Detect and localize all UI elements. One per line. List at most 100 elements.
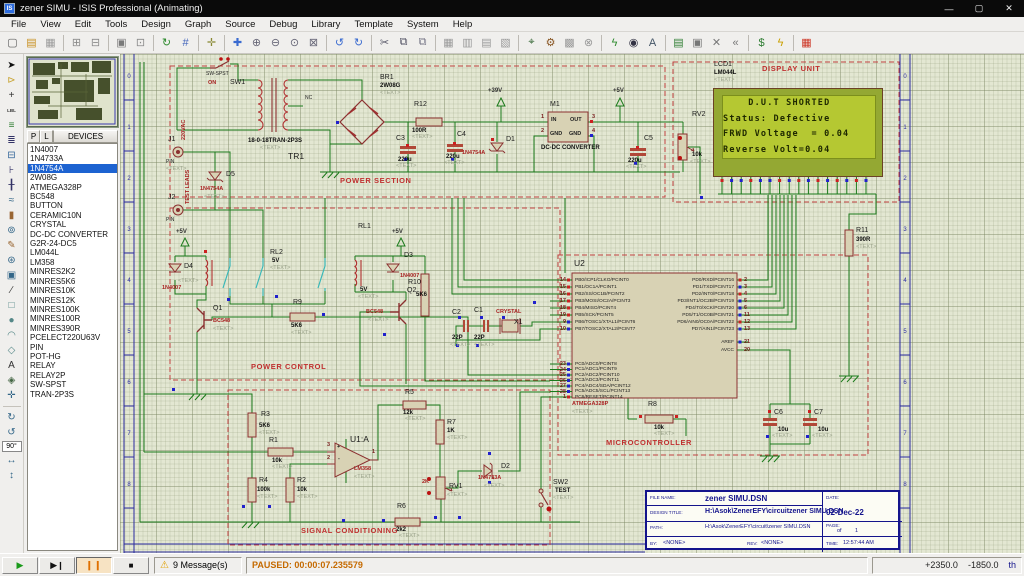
- block-copy-icon[interactable]: ▦: [440, 34, 458, 52]
- pan-icon[interactable]: ✚: [229, 34, 247, 52]
- mark-output-area-icon[interactable]: ⊡: [132, 34, 150, 52]
- voltage-probe-icon[interactable]: ✎: [2, 238, 21, 252]
- step-button[interactable]: ▶❙: [39, 557, 75, 574]
- text-2d-icon[interactable]: A: [2, 358, 21, 372]
- maximize-button[interactable]: ▢: [964, 0, 994, 17]
- block-move-icon[interactable]: ▥: [459, 34, 477, 52]
- library-button[interactable]: L: [40, 130, 53, 143]
- device-item[interactable]: DC-DC CONVERTER: [28, 230, 117, 239]
- box-2d-icon[interactable]: □: [2, 298, 21, 312]
- undo-icon[interactable]: ↺: [331, 34, 349, 52]
- play-button[interactable]: ▶: [2, 557, 38, 574]
- device-item[interactable]: MINRES100R: [28, 314, 117, 323]
- zoom-area-icon[interactable]: ⊠: [305, 34, 323, 52]
- bus-icon[interactable]: ≣: [2, 133, 21, 147]
- open-design-icon[interactable]: ▤: [23, 34, 41, 52]
- cut-icon[interactable]: ✂: [376, 34, 394, 52]
- device-item[interactable]: PCELECT220U63V: [28, 333, 117, 342]
- device-item[interactable]: MINRES10K: [28, 286, 117, 295]
- device-item[interactable]: TRAN-2P3S: [28, 390, 117, 399]
- rotation-angle-input[interactable]: 90°: [2, 441, 22, 452]
- menu-view[interactable]: View: [33, 19, 67, 30]
- device-item[interactable]: BUTTON: [28, 201, 117, 210]
- menu-template[interactable]: Template: [347, 19, 400, 30]
- bill-of-materials-icon[interactable]: $: [753, 34, 771, 52]
- false-origin-icon[interactable]: ✛: [203, 34, 221, 52]
- mirror-horizontal-icon[interactable]: ↔: [2, 453, 21, 467]
- netlist-to-ares-icon[interactable]: ▦: [798, 34, 816, 52]
- zoom-all-icon[interactable]: ⊙: [286, 34, 304, 52]
- device-item[interactable]: MINRES5K6: [28, 277, 117, 286]
- schematic-overview[interactable]: [27, 57, 118, 127]
- mirror-vertical-icon[interactable]: ↕: [2, 468, 21, 482]
- decompose-icon[interactable]: ⊗: [580, 34, 598, 52]
- print-icon[interactable]: ▣: [113, 34, 131, 52]
- stop-button[interactable]: ■: [113, 557, 149, 574]
- schematic-editor[interactable]: SW-SPSTONSW1220VACTR118-0-18TRAN-2P3S<TE…: [120, 54, 1024, 553]
- toggle-grid-icon[interactable]: #: [177, 34, 195, 52]
- arc-2d-icon[interactable]: ◠: [2, 328, 21, 342]
- wire-label-icon[interactable]: LBL: [2, 103, 21, 117]
- menu-edit[interactable]: Edit: [68, 19, 98, 30]
- current-probe-icon[interactable]: ⊛: [2, 253, 21, 267]
- menu-graph[interactable]: Graph: [178, 19, 218, 30]
- new-sheet-icon[interactable]: ▣: [689, 34, 707, 52]
- device-item[interactable]: PIN: [28, 343, 117, 352]
- rotate-ccw-icon[interactable]: ↺: [2, 425, 21, 439]
- selection-mode-icon[interactable]: ➤: [2, 58, 21, 72]
- block-rotate-icon[interactable]: ▤: [478, 34, 496, 52]
- menu-design[interactable]: Design: [134, 19, 178, 30]
- redo-icon[interactable]: ↻: [350, 34, 368, 52]
- circle-2d-icon[interactable]: ●: [2, 313, 21, 327]
- device-item[interactable]: MINRES100K: [28, 305, 117, 314]
- wire-autorouter-icon[interactable]: ϟ: [606, 34, 624, 52]
- menu-help[interactable]: Help: [446, 19, 480, 30]
- device-item[interactable]: RELAY: [28, 361, 117, 370]
- tape-recorder-icon[interactable]: ▮: [2, 208, 21, 222]
- device-item[interactable]: MINRES12K: [28, 296, 117, 305]
- property-assignment-icon[interactable]: A: [644, 34, 662, 52]
- virtual-instrument-icon[interactable]: ▣: [2, 268, 21, 282]
- rotate-cw-icon[interactable]: ↻: [2, 410, 21, 424]
- export-section-icon[interactable]: ⊟: [87, 34, 105, 52]
- design-explorer-icon[interactable]: ▤: [670, 34, 688, 52]
- menu-file[interactable]: File: [4, 19, 33, 30]
- copy-icon[interactable]: ⧉: [395, 34, 413, 52]
- electrical-rule-check-icon[interactable]: ϟ: [772, 34, 790, 52]
- device-item[interactable]: 1N4754A: [28, 164, 117, 173]
- minimize-button[interactable]: —: [934, 0, 964, 17]
- line-2d-icon[interactable]: ∕: [2, 283, 21, 297]
- device-item[interactable]: LM358: [28, 258, 117, 267]
- zoom-in-icon[interactable]: ⊕: [248, 34, 266, 52]
- device-item[interactable]: POT-HG: [28, 352, 117, 361]
- new-design-icon[interactable]: ▢: [4, 34, 22, 52]
- search-tag-icon[interactable]: ◉: [625, 34, 643, 52]
- device-item[interactable]: G2R-24-DC5: [28, 239, 117, 248]
- graph-mode-icon[interactable]: ≈: [2, 193, 21, 207]
- device-item[interactable]: CRYSTAL: [28, 220, 117, 229]
- pick-device-icon[interactable]: ⌖: [523, 34, 541, 52]
- goto-sheet-icon[interactable]: «: [727, 34, 745, 52]
- component-mode-icon[interactable]: ⊳: [2, 73, 21, 87]
- device-item[interactable]: 1N4007: [28, 145, 117, 154]
- packaging-tool-icon[interactable]: ▩: [561, 34, 579, 52]
- device-item[interactable]: 2W08G: [28, 173, 117, 182]
- device-item[interactable]: CERAMIC10N: [28, 211, 117, 220]
- device-item[interactable]: MINRES390R: [28, 324, 117, 333]
- make-device-icon[interactable]: ⚙: [542, 34, 560, 52]
- menu-source[interactable]: Source: [218, 19, 262, 30]
- menu-system[interactable]: System: [400, 19, 446, 30]
- subcircuit-icon[interactable]: ⊟: [2, 148, 21, 162]
- import-section-icon[interactable]: ⊞: [68, 34, 86, 52]
- menu-debug[interactable]: Debug: [262, 19, 304, 30]
- device-item[interactable]: 1N4733A: [28, 154, 117, 163]
- device-item[interactable]: SW-SPST: [28, 380, 117, 389]
- marker-icon[interactable]: ✛: [2, 388, 21, 402]
- text-script-icon[interactable]: ≡: [2, 118, 21, 132]
- close-button[interactable]: ✕: [994, 0, 1024, 17]
- device-pin-icon[interactable]: ╂: [2, 178, 21, 192]
- message-panel[interactable]: ⚠ 9 Message(s): [154, 557, 242, 574]
- generator-icon[interactable]: ⊚: [2, 223, 21, 237]
- menu-tools[interactable]: Tools: [98, 19, 134, 30]
- redraw-icon[interactable]: ↻: [158, 34, 176, 52]
